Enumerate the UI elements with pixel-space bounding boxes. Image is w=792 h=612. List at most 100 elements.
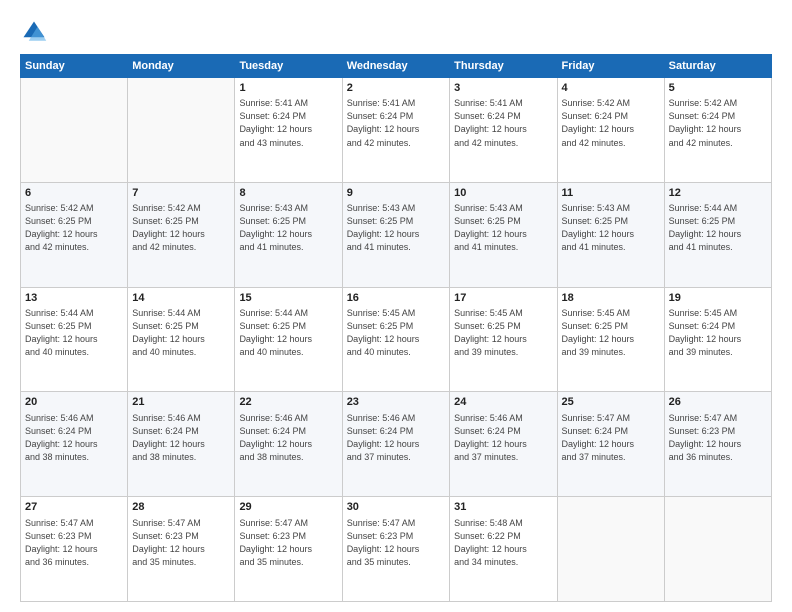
calendar-cell: 29 Sunrise: 5:47 AM Sunset: 6:23 PM Dayli… <box>235 497 342 602</box>
day-info: Sunrise: 5:46 AM Sunset: 6:24 PM Dayligh… <box>239 412 337 464</box>
calendar-cell: 31Sunrise: 5:48 AM Sunset: 6:22 PM Dayli… <box>450 497 557 602</box>
calendar-cell: 20 Sunrise: 5:46 AM Sunset: 6:24 PM Dayli… <box>21 392 128 497</box>
calendar-cell: 28 Sunrise: 5:47 AM Sunset: 6:23 PM Dayli… <box>128 497 235 602</box>
weekday-header-monday: Monday <box>128 55 235 78</box>
calendar: SundayMondayTuesdayWednesdayThursdayFrid… <box>20 54 772 602</box>
day-info: Sunrise: 5:44 AM Sunset: 6:25 PM Dayligh… <box>25 307 123 359</box>
weekday-row: SundayMondayTuesdayWednesdayThursdayFrid… <box>21 55 772 78</box>
day-number: 23 <box>347 395 445 410</box>
day-info: Sunrise: 5:45 AM Sunset: 6:25 PM Dayligh… <box>562 307 660 359</box>
day-number: 7 <box>132 186 230 201</box>
weekday-header-sunday: Sunday <box>21 55 128 78</box>
day-number: 1 <box>239 81 337 96</box>
calendar-cell: 18Sunrise: 5:45 AM Sunset: 6:25 PM Dayli… <box>557 287 664 392</box>
calendar-cell: 4Sunrise: 5:42 AM Sunset: 6:24 PM Daylig… <box>557 78 664 183</box>
calendar-cell: 26 Sunrise: 5:47 AM Sunset: 6:23 PM Dayli… <box>664 392 771 497</box>
calendar-cell: 3Sunrise: 5:41 AM Sunset: 6:24 PM Daylig… <box>450 78 557 183</box>
day-info: Sunrise: 5:48 AM Sunset: 6:22 PM Dayligh… <box>454 517 552 569</box>
day-info: Sunrise: 5:43 AM Sunset: 6:25 PM Dayligh… <box>454 202 552 254</box>
calendar-week-4: 20 Sunrise: 5:46 AM Sunset: 6:24 PM Dayli… <box>21 392 772 497</box>
day-number: 25 <box>562 395 660 410</box>
calendar-cell: 5Sunrise: 5:42 AM Sunset: 6:24 PM Daylig… <box>664 78 771 183</box>
day-info: Sunrise: 5:44 AM Sunset: 6:25 PM Dayligh… <box>132 307 230 359</box>
day-number: 24 <box>454 395 552 410</box>
calendar-cell: 14Sunrise: 5:44 AM Sunset: 6:25 PM Dayli… <box>128 287 235 392</box>
calendar-week-3: 13Sunrise: 5:44 AM Sunset: 6:25 PM Dayli… <box>21 287 772 392</box>
calendar-header: SundayMondayTuesdayWednesdayThursdayFrid… <box>21 55 772 78</box>
calendar-cell: 16Sunrise: 5:45 AM Sunset: 6:25 PM Dayli… <box>342 287 449 392</box>
day-info: Sunrise: 5:44 AM Sunset: 6:25 PM Dayligh… <box>669 202 767 254</box>
logo-icon <box>20 18 48 46</box>
day-info: Sunrise: 5:45 AM Sunset: 6:25 PM Dayligh… <box>454 307 552 359</box>
day-info: Sunrise: 5:43 AM Sunset: 6:25 PM Dayligh… <box>347 202 445 254</box>
calendar-cell: 23 Sunrise: 5:46 AM Sunset: 6:24 PM Dayli… <box>342 392 449 497</box>
calendar-cell: 6Sunrise: 5:42 AM Sunset: 6:25 PM Daylig… <box>21 182 128 287</box>
calendar-cell: 12Sunrise: 5:44 AM Sunset: 6:25 PM Dayli… <box>664 182 771 287</box>
day-info: Sunrise: 5:42 AM Sunset: 6:24 PM Dayligh… <box>562 97 660 149</box>
day-number: 30 <box>347 500 445 515</box>
calendar-week-1: 1Sunrise: 5:41 AM Sunset: 6:24 PM Daylig… <box>21 78 772 183</box>
day-number: 16 <box>347 291 445 306</box>
calendar-cell: 11Sunrise: 5:43 AM Sunset: 6:25 PM Dayli… <box>557 182 664 287</box>
day-number: 4 <box>562 81 660 96</box>
header <box>20 18 772 46</box>
logo <box>20 18 52 46</box>
day-info: Sunrise: 5:44 AM Sunset: 6:25 PM Dayligh… <box>239 307 337 359</box>
weekday-header-friday: Friday <box>557 55 664 78</box>
weekday-header-wednesday: Wednesday <box>342 55 449 78</box>
day-number: 26 <box>669 395 767 410</box>
day-number: 5 <box>669 81 767 96</box>
calendar-cell: 22 Sunrise: 5:46 AM Sunset: 6:24 PM Dayli… <box>235 392 342 497</box>
calendar-cell: 7Sunrise: 5:42 AM Sunset: 6:25 PM Daylig… <box>128 182 235 287</box>
day-info: Sunrise: 5:41 AM Sunset: 6:24 PM Dayligh… <box>239 97 337 149</box>
calendar-cell: 15Sunrise: 5:44 AM Sunset: 6:25 PM Dayli… <box>235 287 342 392</box>
calendar-cell: 19Sunrise: 5:45 AM Sunset: 6:24 PM Dayli… <box>664 287 771 392</box>
day-number: 28 <box>132 500 230 515</box>
day-info: Sunrise: 5:46 AM Sunset: 6:24 PM Dayligh… <box>347 412 445 464</box>
day-info: Sunrise: 5:45 AM Sunset: 6:25 PM Dayligh… <box>347 307 445 359</box>
calendar-cell <box>21 78 128 183</box>
day-number: 13 <box>25 291 123 306</box>
weekday-header-saturday: Saturday <box>664 55 771 78</box>
day-info: Sunrise: 5:47 AM Sunset: 6:23 PM Dayligh… <box>132 517 230 569</box>
day-info: Sunrise: 5:45 AM Sunset: 6:24 PM Dayligh… <box>669 307 767 359</box>
calendar-cell <box>557 497 664 602</box>
day-info: Sunrise: 5:47 AM Sunset: 6:23 PM Dayligh… <box>347 517 445 569</box>
day-number: 14 <box>132 291 230 306</box>
day-number: 21 <box>132 395 230 410</box>
day-number: 20 <box>25 395 123 410</box>
calendar-cell: 24Sunrise: 5:46 AM Sunset: 6:24 PM Dayli… <box>450 392 557 497</box>
day-number: 22 <box>239 395 337 410</box>
calendar-body: 1Sunrise: 5:41 AM Sunset: 6:24 PM Daylig… <box>21 78 772 602</box>
day-info: Sunrise: 5:46 AM Sunset: 6:24 PM Dayligh… <box>25 412 123 464</box>
day-info: Sunrise: 5:47 AM Sunset: 6:23 PM Dayligh… <box>25 517 123 569</box>
day-info: Sunrise: 5:47 AM Sunset: 6:24 PM Dayligh… <box>562 412 660 464</box>
calendar-cell: 9Sunrise: 5:43 AM Sunset: 6:25 PM Daylig… <box>342 182 449 287</box>
day-number: 12 <box>669 186 767 201</box>
calendar-week-5: 27Sunrise: 5:47 AM Sunset: 6:23 PM Dayli… <box>21 497 772 602</box>
calendar-cell <box>128 78 235 183</box>
day-info: Sunrise: 5:47 AM Sunset: 6:23 PM Dayligh… <box>669 412 767 464</box>
day-number: 19 <box>669 291 767 306</box>
day-number: 29 <box>239 500 337 515</box>
calendar-week-2: 6Sunrise: 5:42 AM Sunset: 6:25 PM Daylig… <box>21 182 772 287</box>
day-number: 11 <box>562 186 660 201</box>
day-number: 18 <box>562 291 660 306</box>
calendar-cell: 27Sunrise: 5:47 AM Sunset: 6:23 PM Dayli… <box>21 497 128 602</box>
calendar-cell: 21Sunrise: 5:46 AM Sunset: 6:24 PM Dayli… <box>128 392 235 497</box>
calendar-cell <box>664 497 771 602</box>
day-info: Sunrise: 5:41 AM Sunset: 6:24 PM Dayligh… <box>347 97 445 149</box>
calendar-cell: 2Sunrise: 5:41 AM Sunset: 6:24 PM Daylig… <box>342 78 449 183</box>
day-info: Sunrise: 5:42 AM Sunset: 6:24 PM Dayligh… <box>669 97 767 149</box>
calendar-cell: 25 Sunrise: 5:47 AM Sunset: 6:24 PM Dayli… <box>557 392 664 497</box>
calendar-cell: 13Sunrise: 5:44 AM Sunset: 6:25 PM Dayli… <box>21 287 128 392</box>
weekday-header-thursday: Thursday <box>450 55 557 78</box>
calendar-cell: 1Sunrise: 5:41 AM Sunset: 6:24 PM Daylig… <box>235 78 342 183</box>
weekday-header-tuesday: Tuesday <box>235 55 342 78</box>
calendar-cell: 8Sunrise: 5:43 AM Sunset: 6:25 PM Daylig… <box>235 182 342 287</box>
day-info: Sunrise: 5:43 AM Sunset: 6:25 PM Dayligh… <box>239 202 337 254</box>
day-info: Sunrise: 5:47 AM Sunset: 6:23 PM Dayligh… <box>239 517 337 569</box>
day-number: 6 <box>25 186 123 201</box>
day-number: 15 <box>239 291 337 306</box>
day-info: Sunrise: 5:41 AM Sunset: 6:24 PM Dayligh… <box>454 97 552 149</box>
